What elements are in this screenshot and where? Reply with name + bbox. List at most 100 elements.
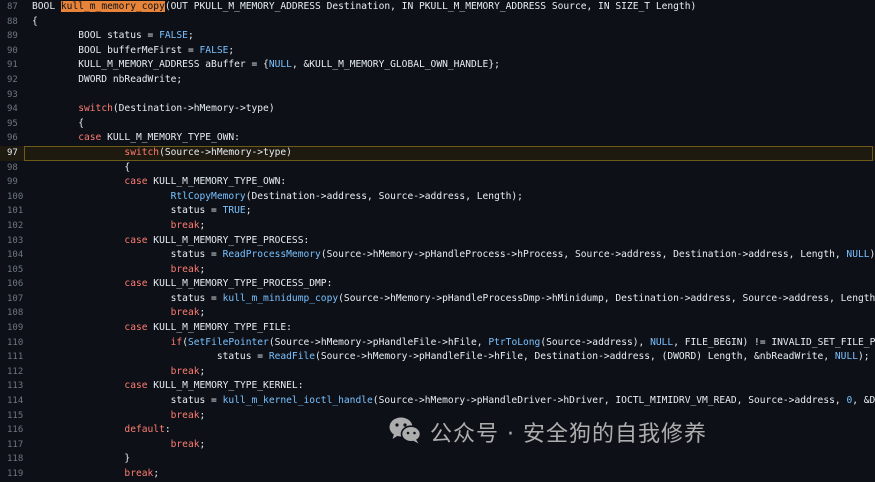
line-number[interactable]: 119 xyxy=(0,467,31,482)
line-number[interactable]: 89 xyxy=(0,29,31,44)
line-number[interactable]: 111 xyxy=(0,350,31,365)
code-line[interactable]: 107 status = kull_m_minidump_copy(Source… xyxy=(0,292,875,307)
code-line[interactable]: 90 BOOL bufferMeFirst = FALSE; xyxy=(0,44,875,59)
code-line[interactable]: 108 break; xyxy=(0,306,875,321)
line-number[interactable]: 102 xyxy=(0,219,31,234)
code-token: , FILE_BEGIN) != INVALID_SET_FILE_POINTE… xyxy=(673,336,875,348)
line-number[interactable]: 95 xyxy=(0,117,31,132)
watermark-text: 公众号 · 安全狗的自我修养 xyxy=(430,421,707,447)
line-number[interactable]: 117 xyxy=(0,438,31,453)
line-number[interactable]: 97 xyxy=(0,146,31,161)
line-number[interactable]: 103 xyxy=(0,234,31,249)
code-line[interactable]: 98 { xyxy=(0,161,875,176)
code-text: BOOL kull_m_memory_copy(OUT PKULL_M_MEMO… xyxy=(32,0,875,15)
code-token: KULL_M_MEMORY_TYPE_FILE: xyxy=(147,322,292,334)
code-line[interactable]: 92 DWORD nbReadWrite; xyxy=(0,73,875,88)
line-number[interactable]: 90 xyxy=(0,44,31,59)
code-line[interactable]: 112 break; xyxy=(0,365,875,380)
line-number[interactable]: 112 xyxy=(0,365,31,380)
code-text: BOOL bufferMeFirst = FALSE; xyxy=(32,44,875,59)
code-text: status = kull_m_kernel_ioctl_handle(Sour… xyxy=(32,394,875,409)
line-number[interactable]: 110 xyxy=(0,336,31,351)
code-text: status = TRUE; xyxy=(32,204,875,219)
code-token: ; xyxy=(199,219,206,231)
code-token: } xyxy=(32,453,131,465)
code-token: (Source->hMemory->pHandleFile->hFile, De… xyxy=(315,351,835,363)
code-line[interactable]: 110 if(SetFilePointer(Source->hMemory->p… xyxy=(0,336,875,351)
code-line[interactable]: 111 status = ReadFile(Source->hMemory->p… xyxy=(0,350,875,365)
code-line[interactable]: 102 break; xyxy=(0,219,875,234)
code-token: ; xyxy=(199,263,206,275)
code-token: ; xyxy=(199,307,206,319)
line-number[interactable]: 105 xyxy=(0,263,31,278)
code-token: ); xyxy=(858,351,870,363)
code-line[interactable]: 119 break; xyxy=(0,467,875,482)
code-line[interactable]: 104 status = ReadProcessMemory(Source->h… xyxy=(0,248,875,263)
code-token: NULL xyxy=(846,249,870,261)
code-line[interactable]: 96 case KULL_M_MEMORY_TYPE_OWN: xyxy=(0,131,875,146)
line-number[interactable]: 93 xyxy=(0,88,31,103)
code-token: case xyxy=(78,132,102,144)
line-number[interactable]: 92 xyxy=(0,73,31,88)
line-number[interactable]: 104 xyxy=(0,248,31,263)
line-number[interactable]: 114 xyxy=(0,394,31,409)
code-token: case xyxy=(124,278,148,290)
line-number[interactable]: 109 xyxy=(0,321,31,336)
line-number[interactable]: 113 xyxy=(0,379,31,394)
line-number[interactable]: 91 xyxy=(0,58,31,73)
code-line[interactable]: 89 BOOL status = FALSE; xyxy=(0,29,875,44)
code-token: DWORD nbReadWrite; xyxy=(32,73,183,85)
code-token: RtlCopyMemory xyxy=(170,190,246,202)
code-line[interactable]: 88{ xyxy=(0,15,875,30)
code-token: status = xyxy=(32,292,223,304)
code-line[interactable]: 100 RtlCopyMemory(Destination->address, … xyxy=(0,190,875,205)
code-line[interactable]: 95 { xyxy=(0,117,875,132)
code-line[interactable]: 87 BOOL kull_m_memory_copy(OUT PKULL_M_ME… xyxy=(0,0,875,15)
code-token: ); xyxy=(869,249,875,261)
line-number[interactable]: 88 xyxy=(0,15,31,30)
code-line[interactable]: 114 status = kull_m_kernel_ioctl_handle(… xyxy=(0,394,875,409)
line-number[interactable]: 96 xyxy=(0,131,31,146)
code-line[interactable]: 94 switch(Destination->hMemory->type) xyxy=(0,102,875,117)
code-line[interactable]: 105 break; xyxy=(0,263,875,278)
line-number[interactable]: 100 xyxy=(0,190,31,205)
code-line[interactable]: 106 case KULL_M_MEMORY_TYPE_PROCESS_DMP: xyxy=(0,277,875,292)
code-token: (Source->hMemory->type) xyxy=(159,146,292,158)
code-line[interactable]: 118 } xyxy=(0,452,875,467)
code-line[interactable]: 99 case KULL_M_MEMORY_TYPE_OWN: xyxy=(0,175,875,190)
code-token: FALSE xyxy=(159,30,188,42)
line-number[interactable]: 115 xyxy=(0,409,31,424)
code-token: break xyxy=(170,307,200,319)
code-text: switch(Source->hMemory->type) xyxy=(32,146,875,161)
code-text: DWORD nbReadWrite; xyxy=(32,73,875,88)
code-token: switch xyxy=(124,146,160,158)
line-number[interactable]: 99 xyxy=(0,175,31,190)
code-line[interactable]: 93 xyxy=(0,88,875,103)
code-line[interactable]: 109 case KULL_M_MEMORY_TYPE_FILE: xyxy=(0,321,875,336)
line-number[interactable]: 87 xyxy=(0,0,31,15)
code-token: break xyxy=(124,468,154,479)
line-number[interactable]: 101 xyxy=(0,204,31,219)
code-line[interactable]: 101 status = TRUE; xyxy=(0,204,875,219)
code-line[interactable]: 97 switch(Source->hMemory->type) xyxy=(0,145,875,161)
line-number[interactable]: 98 xyxy=(0,161,31,176)
code-text: case KULL_M_MEMORY_TYPE_PROCESS_DMP: xyxy=(32,277,875,292)
line-number[interactable]: 107 xyxy=(0,292,31,307)
code-line[interactable]: 91 KULL_M_MEMORY_ADDRESS aBuffer = {NULL… xyxy=(0,58,875,73)
line-number[interactable]: 106 xyxy=(0,277,31,292)
line-number[interactable]: 118 xyxy=(0,452,31,467)
code-line[interactable]: 113 case KULL_M_MEMORY_TYPE_KERNEL: xyxy=(0,379,875,394)
code-token: FALSE xyxy=(199,44,229,56)
code-text: { xyxy=(32,15,875,30)
search-highlight: kull_m_memory_copy xyxy=(60,1,165,12)
code-token: switch xyxy=(78,103,113,115)
line-number[interactable]: 116 xyxy=(0,423,31,438)
code-line[interactable]: 103 case KULL_M_MEMORY_TYPE_PROCESS: xyxy=(0,234,875,249)
line-number[interactable]: 94 xyxy=(0,102,31,117)
code-token: (Source->hMemory->pHandleDriver->hDriver… xyxy=(372,395,847,407)
line-number[interactable]: 108 xyxy=(0,306,31,321)
code-token: status = xyxy=(32,351,269,363)
